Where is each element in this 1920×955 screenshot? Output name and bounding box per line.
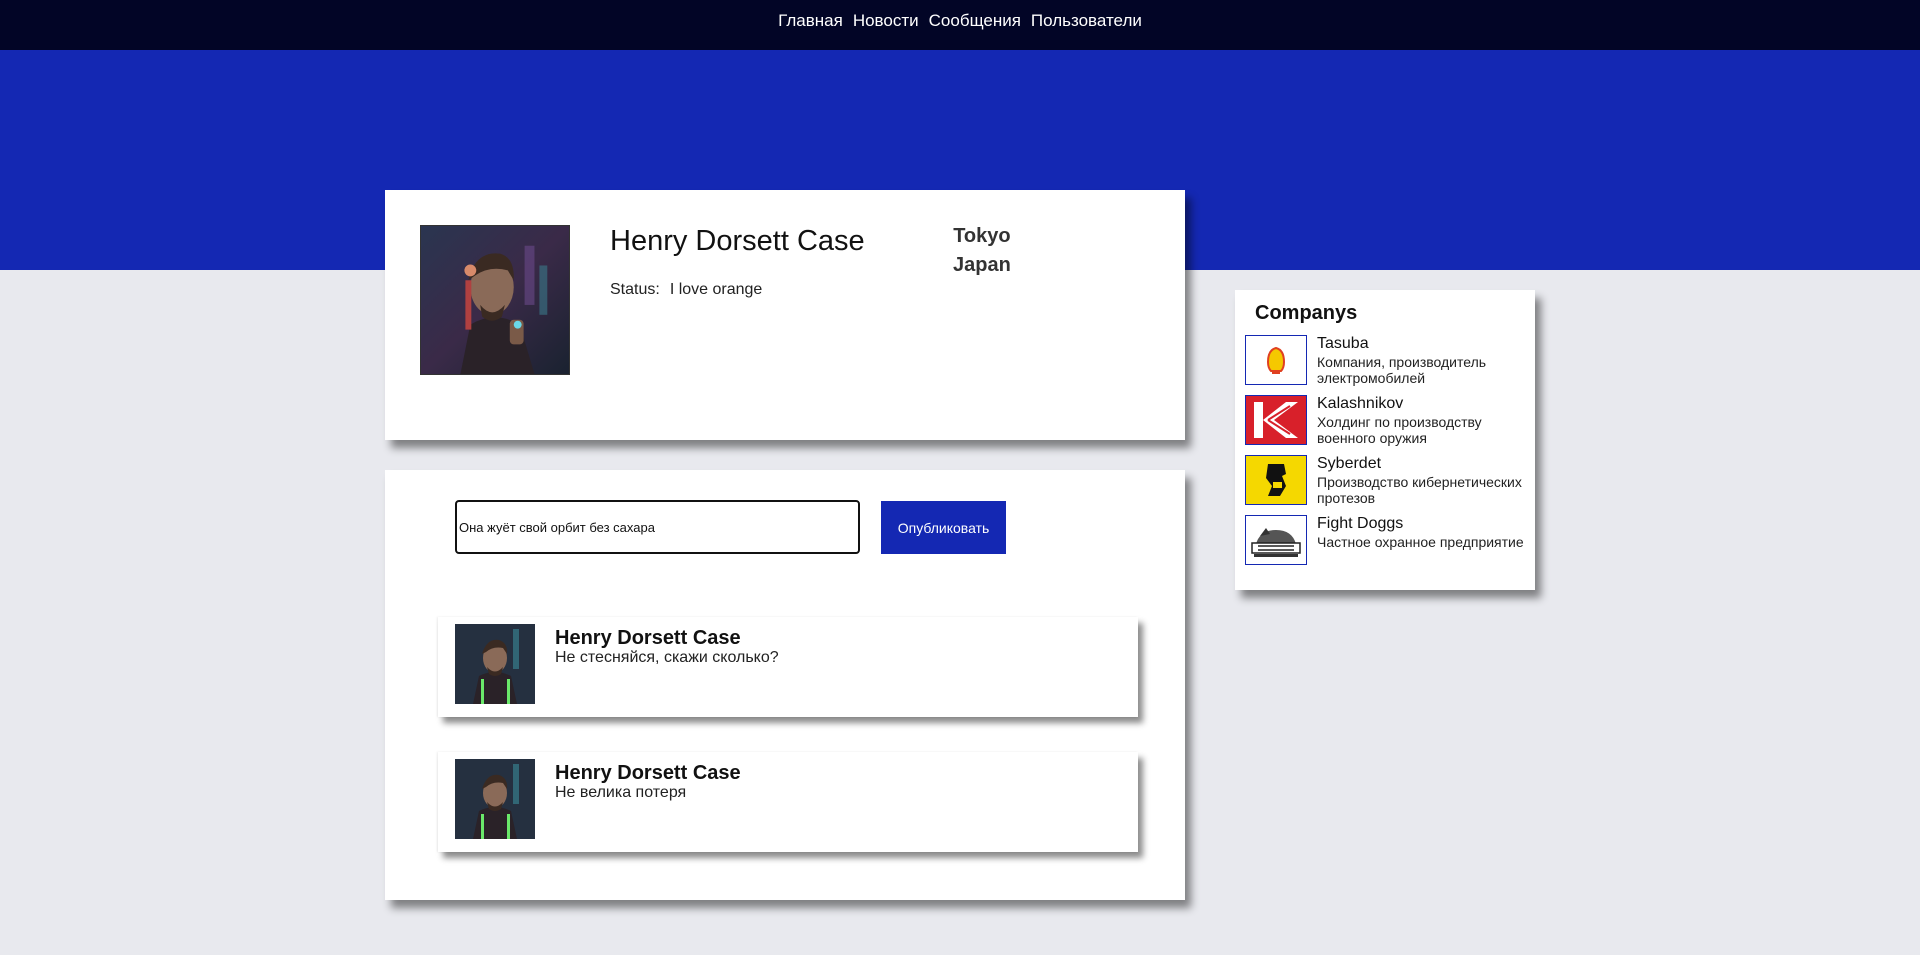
company-item-syberdet[interactable]: Syberdet Производство кибернетических пр…: [1245, 455, 1535, 507]
avatar-thumbnail-icon: [455, 759, 535, 839]
companies-title: Companys: [1255, 302, 1358, 324]
nav-link-messages[interactable]: Сообщения: [929, 11, 1021, 31]
post-item: Henry Dorsett Case Не стесняйся, скажи с…: [438, 617, 1138, 717]
profile-name: Henry Dorsett Case: [610, 225, 865, 257]
company-item-fight-doggs[interactable]: Fight Doggs Частное охранное предприятие: [1245, 515, 1535, 567]
company-name: Tasuba: [1317, 335, 1369, 352]
nav-link-news[interactable]: Новости: [853, 11, 919, 31]
shell-logo-icon: [1245, 335, 1307, 385]
publish-button[interactable]: Опубликовать: [881, 501, 1006, 554]
nav-link-home[interactable]: Главная: [778, 11, 843, 31]
k-logo-icon: [1245, 395, 1307, 445]
post-author: Henry Dorsett Case: [555, 762, 741, 784]
profile-status: Status: I love orange: [610, 281, 762, 299]
top-navigation: Главная Новости Сообщения Пользователи: [0, 0, 1920, 50]
status-label: Status:: [610, 281, 660, 298]
profile-location: Tokyo Japan: [953, 222, 1011, 280]
avatar-portrait-icon: [420, 225, 570, 375]
post-author: Henry Dorsett Case: [555, 627, 741, 649]
profile-city: Tokyo: [953, 225, 1011, 247]
company-desc: Холдинг по производству военного оружия: [1317, 414, 1482, 446]
top-dog-logo-icon: [1245, 515, 1307, 565]
company-desc: Частное охранное предприятие: [1317, 534, 1524, 550]
nav-links: Главная Новости Сообщения Пользователи: [778, 11, 1142, 31]
profile-country: Japan: [953, 254, 1011, 276]
company-desc: Компания, производитель электромобилей: [1317, 354, 1487, 386]
post-text: Не велика потеря: [555, 784, 687, 801]
company-item-tasuba[interactable]: Tasuba Компания, производитель электромо…: [1245, 335, 1535, 387]
company-desc: Производство кибернетических протезов: [1317, 474, 1522, 506]
company-item-kalashnikov[interactable]: Kalashnikov Холдинг по производству воен…: [1245, 395, 1535, 447]
company-name: Syberdet: [1317, 455, 1382, 472]
company-name: Kalashnikov: [1317, 395, 1404, 412]
cyber-logo-icon: [1245, 455, 1307, 505]
avatar-thumbnail-icon: [455, 624, 535, 704]
status-text: I love orange: [669, 281, 763, 298]
post-item: Henry Dorsett Case Не велика потеря: [438, 752, 1138, 852]
nav-link-users[interactable]: Пользователи: [1031, 11, 1142, 31]
post-text: Не стесняйся, скажи сколько?: [555, 649, 779, 666]
companies-card: Companys Tasuba Компания, производитель …: [1235, 290, 1535, 590]
company-name: Fight Doggs: [1317, 515, 1404, 532]
profile-card: Henry Dorsett Case Status: I love orange …: [385, 190, 1185, 440]
feed-card: Опубликовать Henry Dorsett Case Не стесн…: [385, 470, 1185, 900]
post-input[interactable]: [455, 500, 860, 554]
